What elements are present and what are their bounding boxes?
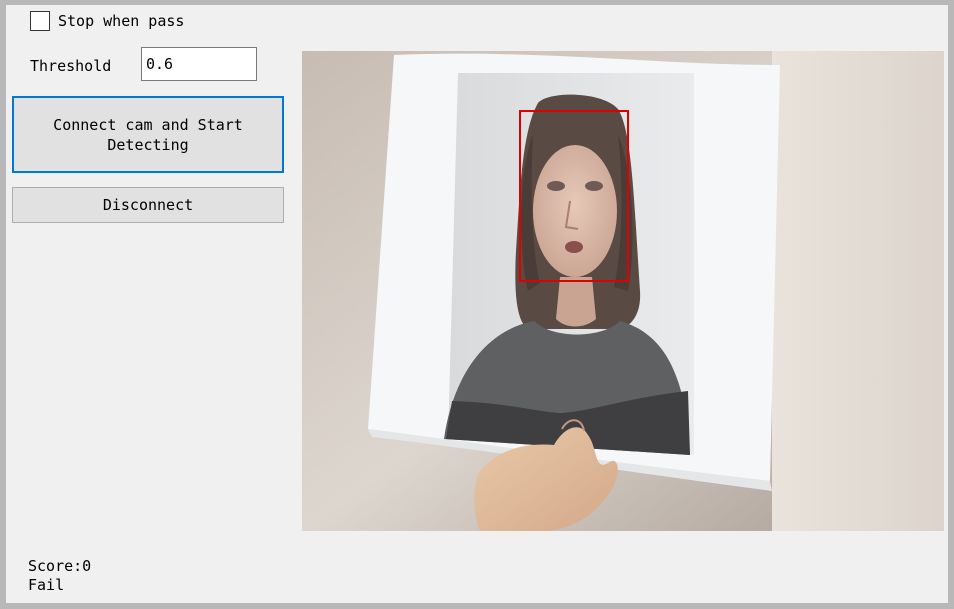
threshold-label: Threshold: [30, 57, 112, 75]
connect-start-button[interactable]: Connect cam and Start Detecting: [12, 96, 284, 173]
connect-start-button-label: Connect cam and Start Detecting: [53, 115, 243, 154]
camera-preview: [302, 51, 944, 531]
disconnect-button-label: Disconnect: [102, 196, 194, 214]
result-status: Score:0 Fail: [28, 557, 91, 595]
app-window: Stop when pass Threshold Connect cam and…: [0, 0, 954, 609]
stop-when-pass-checkbox[interactable]: [30, 11, 50, 31]
result-text: Fail: [28, 576, 65, 594]
camera-frame: [302, 51, 944, 531]
stop-when-pass-option[interactable]: Stop when pass: [30, 11, 184, 31]
stop-when-pass-label: Stop when pass: [58, 12, 185, 30]
threshold-input[interactable]: [141, 47, 257, 81]
score-text: Score:0: [28, 557, 92, 575]
disconnect-button[interactable]: Disconnect: [12, 187, 284, 223]
